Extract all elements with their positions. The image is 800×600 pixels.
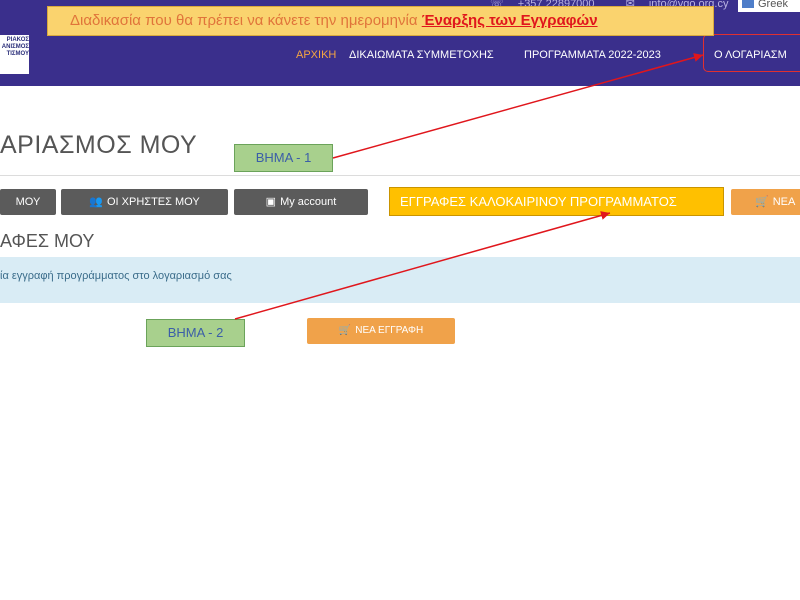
title-divider bbox=[0, 175, 800, 176]
section-title: ΑΦΕΣ ΜΟΥ bbox=[0, 231, 95, 251]
tab-my-account-label: My account bbox=[280, 196, 337, 208]
cart-icon: 🛒 bbox=[338, 325, 352, 336]
new-registration-tab[interactable]: 🛒 ΝΕΑ bbox=[731, 189, 800, 215]
instruction-banner: Διαδικασία που θα πρέπει να κάνετε την η… bbox=[47, 6, 714, 36]
info-alert: ία εγγραφή προγράμματος στο λογαριασμό σ… bbox=[0, 257, 800, 303]
step-1-label: ΒΗΜΑ - 1 bbox=[234, 144, 333, 172]
users-icon: 👥 bbox=[89, 196, 103, 208]
tab-my-users-label: ΟΙ ΧΡΗΣΤΕΣ ΜΟΥ bbox=[107, 196, 200, 208]
nav-participation-rights[interactable]: ΔΙΚΑΙΩΜΑΤΑ ΣΥΜΜΕΤΟΧΗΣ bbox=[349, 49, 494, 61]
nav-programs[interactable]: ΠΡΟΓΡΑΜΜΑΤΑ 2022-2023 bbox=[524, 49, 661, 61]
greek-flag-icon bbox=[742, 0, 754, 8]
banner-highlight: Έναρξης των Εγγραφών bbox=[421, 12, 598, 29]
id-card-icon: ▣ bbox=[265, 196, 277, 208]
logo-line-1: ΡΙΑΚΟΣ bbox=[6, 37, 29, 43]
summer-registrations-button[interactable]: ΕΓΓΡΑΦΕΣ ΚΑΛΟΚΑΙΡΙΝΟΥ ΠΡΟΓΡΑΜΜΑΤΟΣ bbox=[389, 187, 724, 216]
tab-my-users[interactable]: 👥 ΟΙ ΧΡΗΣΤΕΣ ΜΟΥ bbox=[61, 189, 228, 215]
nav-home[interactable]: ΑΡΧΙΚΗ bbox=[296, 49, 336, 61]
new-registration-label: ΝΕΑ ΕΓΓΡΑΦΗ bbox=[355, 325, 424, 336]
new-registration-tab-label: ΝΕΑ bbox=[772, 196, 796, 208]
logo-line-2: ΑΝΙΣΜΟΣ bbox=[1, 44, 29, 50]
tab-my-account[interactable]: ▣ My account bbox=[234, 189, 368, 215]
nav-my-account[interactable]: Ο ΛΟΓΑΡΙΑΣΜ bbox=[714, 49, 787, 61]
banner-text: Διαδικασία που θα πρέπει να κάνετε την η… bbox=[70, 12, 422, 29]
new-registration-button[interactable]: 🛒 ΝΕΑ ΕΓΓΡΑΦΗ bbox=[307, 318, 455, 344]
tab-my-profile[interactable]: ΜΟΥ bbox=[0, 189, 56, 215]
page-title: ΑΡΙΑΣΜΟΣ ΜΟΥ bbox=[0, 131, 198, 159]
site-logo[interactable]: ΡΙΑΚΟΣ ΑΝΙΣΜΟΣ ΤΙΣΜΟΥ bbox=[0, 35, 29, 74]
language-label: Greek bbox=[758, 0, 788, 10]
logo-line-3: ΤΙΣΜΟΥ bbox=[6, 51, 29, 57]
step-2-label: ΒΗΜΑ - 2 bbox=[146, 319, 245, 347]
language-selector[interactable]: Greek bbox=[738, 0, 800, 12]
cart-icon: 🛒 bbox=[755, 196, 769, 208]
